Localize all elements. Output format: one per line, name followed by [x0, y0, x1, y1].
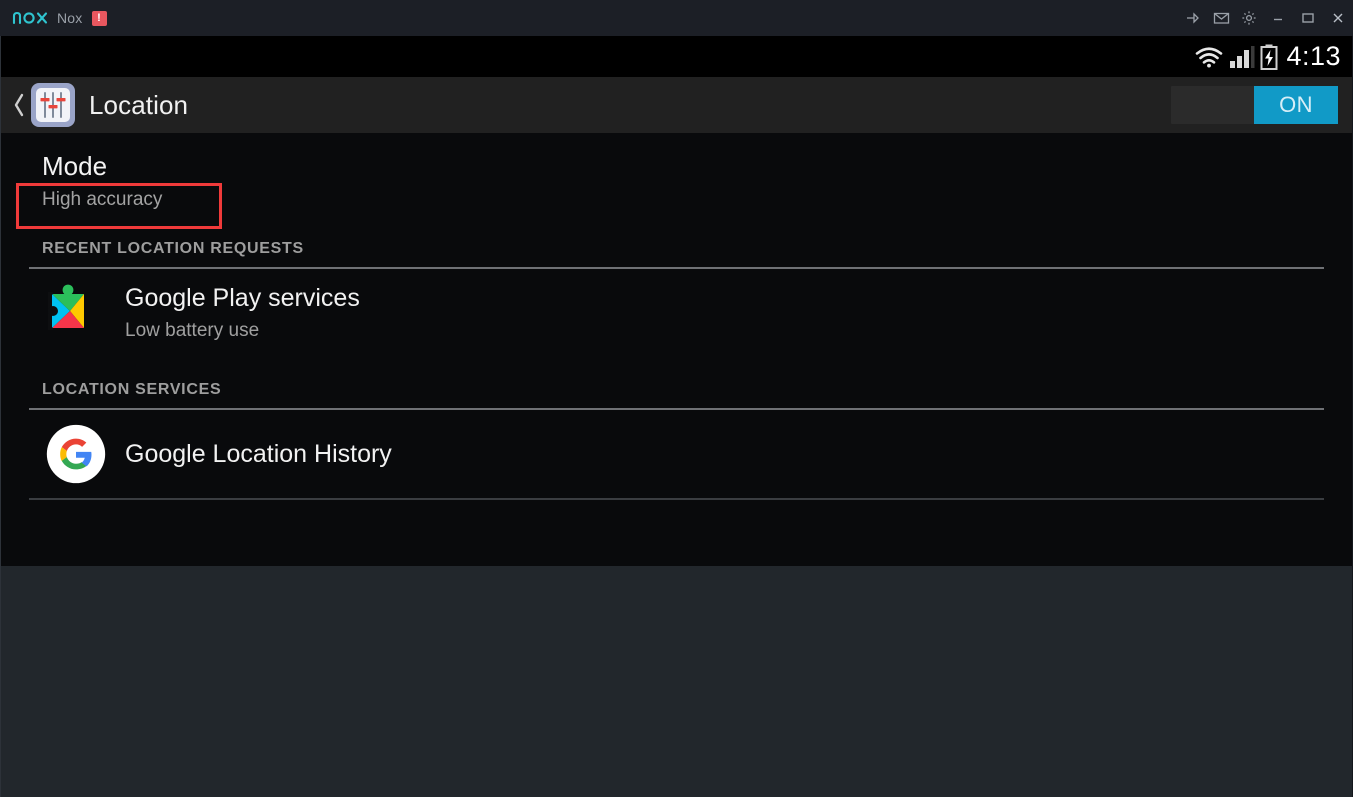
nox-emulator-window: Nox ! 4:13 Location ON Mode High accurac…	[0, 0, 1353, 797]
minimize-icon[interactable]	[1263, 0, 1293, 36]
window-controls	[1179, 0, 1353, 36]
mail-icon[interactable]	[1207, 0, 1235, 36]
list-item-texts: Google Location History	[125, 440, 392, 469]
pin-icon[interactable]	[1179, 0, 1207, 36]
toggle-thumb-label[interactable]: ON	[1254, 86, 1338, 124]
back-caret-icon[interactable]	[9, 91, 29, 119]
section-divider-3	[29, 498, 1324, 500]
android-status-bar: 4:13	[1, 36, 1352, 77]
signal-icon	[1229, 45, 1255, 69]
nox-logo-icon	[12, 10, 48, 26]
settings-sliders-icon-inner	[36, 88, 70, 122]
content-background-lower	[1, 566, 1352, 797]
close-icon[interactable]	[1323, 0, 1353, 36]
notification-badge: !	[91, 10, 107, 26]
settings-content: Mode High accuracy RECENT LOCATION REQUE…	[1, 133, 1352, 797]
list-item-title: Google Play services	[125, 284, 360, 312]
section-header-location-services: LOCATION SERVICES	[42, 381, 222, 398]
section-header-recent-location-requests: RECENT LOCATION REQUESTS	[42, 240, 304, 257]
mode-title: Mode	[42, 151, 108, 181]
window-titlebar: Nox !	[0, 0, 1353, 36]
google-g-icon	[46, 424, 106, 484]
list-item-subtitle: Low battery use	[125, 320, 260, 341]
wifi-icon	[1194, 45, 1224, 69]
action-bar: Location ON	[1, 77, 1352, 133]
mode-value: High accuracy	[42, 189, 163, 210]
window-app-name: Nox	[57, 10, 83, 26]
page-title: Location	[89, 89, 189, 120]
maximize-icon[interactable]	[1293, 0, 1323, 36]
location-master-toggle[interactable]: ON	[1171, 86, 1338, 124]
google-play-services-icon	[46, 283, 106, 343]
settings-sliders-icon	[31, 83, 75, 127]
list-item-title: Google Location History	[125, 439, 392, 468]
android-screen: 4:13 Location ON Mode High accuracy RECE…	[0, 36, 1353, 797]
mode-preference[interactable]: Mode High accuracy	[1, 133, 1352, 216]
status-clock: 4:13	[1286, 41, 1341, 71]
battery-charging-icon	[1260, 44, 1278, 70]
gear-icon[interactable]	[1235, 0, 1263, 36]
list-item-texts: Google Play services Low battery use	[125, 284, 360, 342]
content-inner: Mode High accuracy RECENT LOCATION REQUE…	[1, 133, 1352, 500]
list-item-google-play-services[interactable]: Google Play services Low battery use	[1, 269, 1352, 357]
status-icon-group	[1194, 44, 1278, 70]
list-item-google-location-history[interactable]: Google Location History	[1, 410, 1352, 498]
